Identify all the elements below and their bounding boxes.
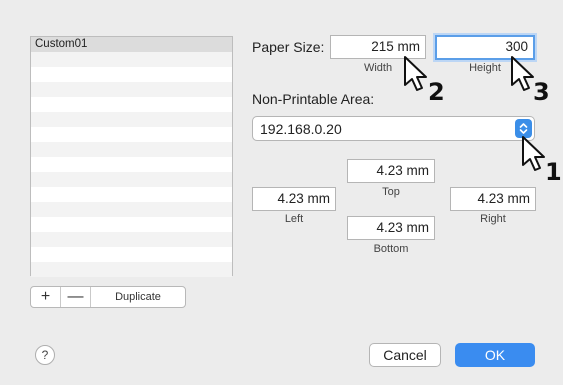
list-row-empty[interactable] [31, 142, 232, 157]
margin-top-field[interactable]: 4.23 mm [347, 159, 435, 183]
list-row-empty[interactable] [31, 112, 232, 127]
custom-paper-list[interactable]: Custom01 [30, 36, 233, 277]
list-row-empty[interactable] [31, 82, 232, 97]
bottom-label: Bottom [373, 243, 409, 255]
list-row-empty[interactable] [31, 172, 232, 187]
paper-size-label: Paper Size: [252, 39, 325, 55]
callout-number: 3 [533, 78, 550, 106]
list-row-empty[interactable] [31, 247, 232, 262]
preset-value: 192.168.0.20 [260, 121, 342, 137]
non-printable-preset-select[interactable]: 192.168.0.20 [252, 116, 535, 141]
margin-left-field[interactable]: 4.23 mm [252, 187, 336, 211]
list-item-label: Custom01 [35, 38, 88, 50]
list-row-empty[interactable] [31, 217, 232, 232]
list-row-empty[interactable] [31, 187, 232, 202]
left-label: Left [284, 213, 304, 225]
list-row-empty[interactable] [31, 52, 232, 67]
add-button[interactable]: + [31, 287, 61, 307]
pointer-cursor-icon [404, 56, 427, 91]
remove-button[interactable]: — [61, 287, 91, 307]
callout-number: 1 [545, 158, 562, 186]
list-button-bar: + — Duplicate [30, 286, 186, 308]
list-item[interactable]: Custom01 [31, 37, 232, 52]
right-label: Right [480, 213, 506, 225]
help-button[interactable]: ? [35, 345, 55, 365]
list-row-empty[interactable] [31, 127, 232, 142]
ok-button[interactable]: OK [455, 343, 535, 367]
cancel-button[interactable]: Cancel [369, 343, 441, 367]
non-printable-label: Non-Printable Area: [252, 91, 375, 107]
pointer-cursor-icon [522, 136, 545, 171]
margin-right-field[interactable]: 4.23 mm [450, 187, 536, 211]
list-row-empty[interactable] [31, 232, 232, 247]
list-row-empty[interactable] [31, 262, 232, 277]
list-row-empty[interactable] [31, 97, 232, 112]
callout-number: 2 [428, 78, 445, 106]
list-row-empty[interactable] [31, 202, 232, 217]
margin-bottom-field[interactable]: 4.23 mm [347, 216, 435, 240]
duplicate-button[interactable]: Duplicate [91, 287, 185, 307]
list-row-empty[interactable] [31, 157, 232, 172]
top-label: Top [382, 186, 400, 198]
list-row-empty[interactable] [31, 67, 232, 82]
